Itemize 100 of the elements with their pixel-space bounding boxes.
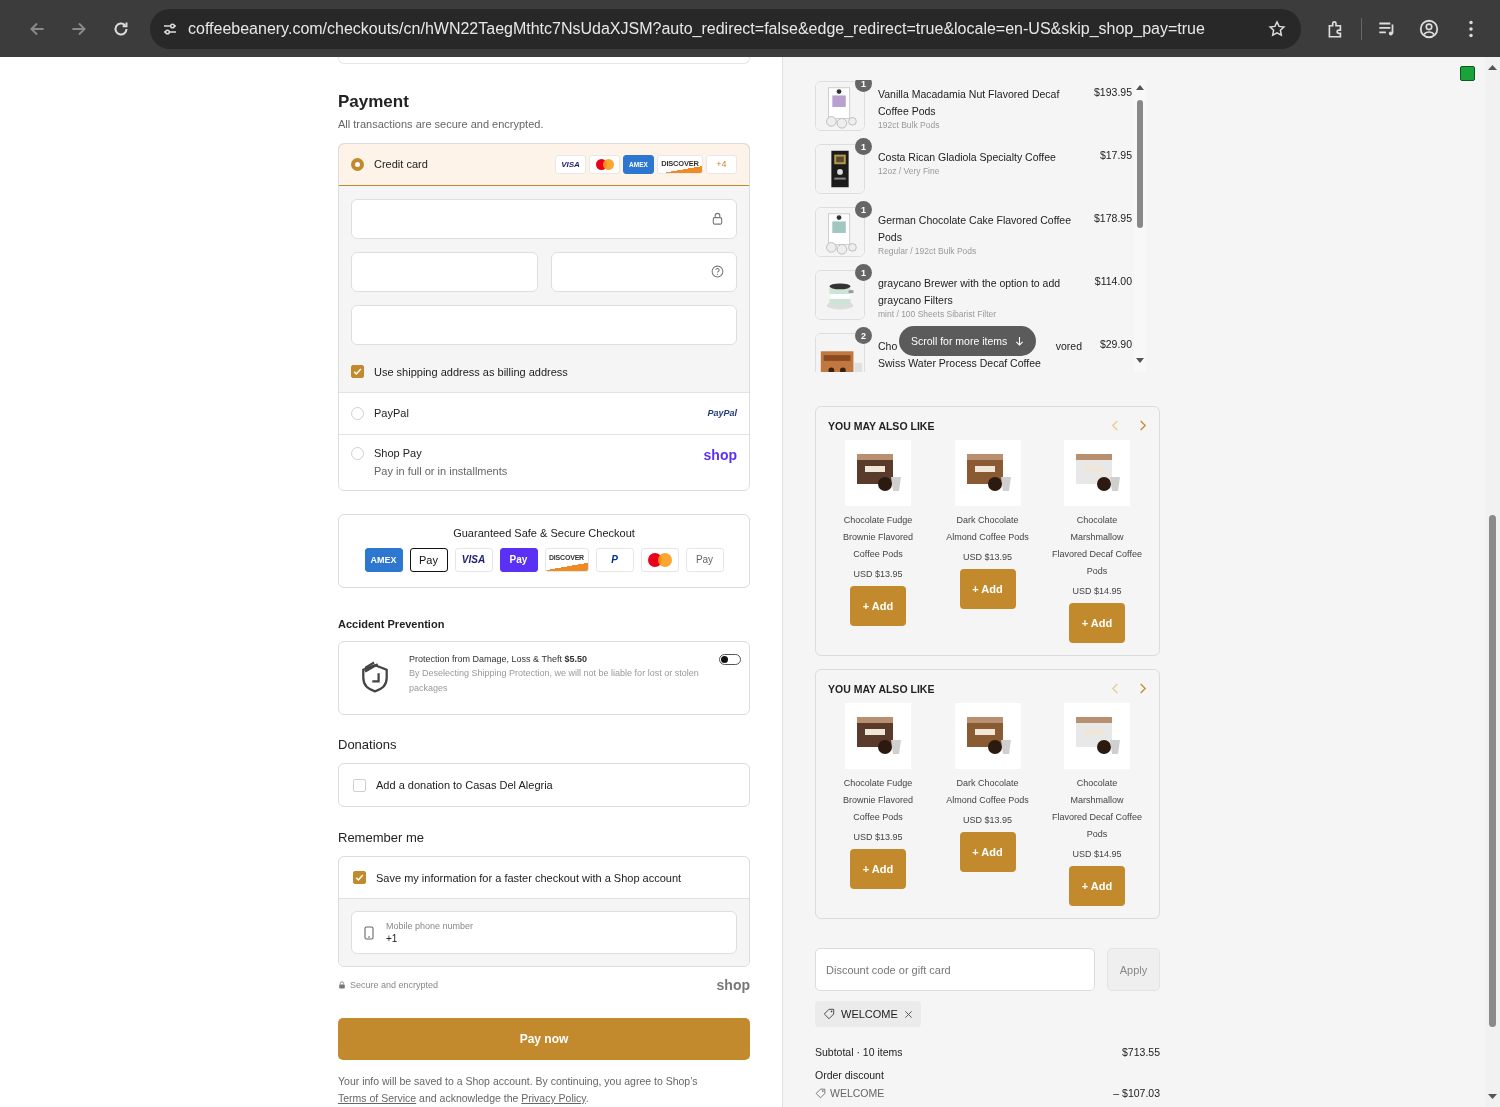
status-square-icon bbox=[1460, 66, 1475, 81]
lock-icon bbox=[338, 981, 346, 990]
privacy-link[interactable]: Privacy Policy bbox=[521, 1092, 586, 1104]
section-heading: Accident Prevention bbox=[338, 617, 446, 630]
quantity-badge: 1 bbox=[855, 80, 872, 92]
product-name: Cho bbox=[878, 339, 898, 354]
payment-logo: VISA bbox=[454, 547, 493, 572]
arrow-down-icon bbox=[1015, 335, 1025, 347]
checkbox-label: Add a donation to Casas Del Alegria bbox=[376, 779, 553, 791]
product-name: Dark Chocolate Almond Coffee Pods bbox=[945, 777, 1030, 807]
scroll-hint-button[interactable]: Scroll for more items bbox=[899, 326, 1037, 356]
product-price: USD $14.95 bbox=[1072, 849, 1122, 859]
shop-logo: shop bbox=[716, 977, 750, 994]
product-name: graycano Brewer with the option to add graycano Filters bbox=[878, 276, 1062, 308]
card-brand-logo: VISA bbox=[555, 155, 586, 174]
address-bar[interactable]: coffeebeanery.com/checkouts/cn/hWN22TaegMthtc7NsUdaXJSM?auto_redirect=false&edge_redirect=true&locale=en-US&skip_shop_pay=true bbox=[150, 8, 1301, 49]
lock-icon bbox=[711, 212, 724, 226]
terms-link[interactable]: Terms of Service bbox=[338, 1092, 417, 1104]
radio-button[interactable] bbox=[351, 158, 364, 171]
product-name: Chocolate Fudge Brownie Flavored Coffee Pods bbox=[842, 777, 914, 824]
section-subtitle: All transactions are secure and encrypted. bbox=[338, 118, 545, 130]
product-variant: 12oz / Very Fine bbox=[878, 166, 941, 176]
product-price: USD $13.95 bbox=[853, 832, 903, 842]
payment-logo: AMEX bbox=[364, 547, 403, 572]
summary-value: $713.55 bbox=[1122, 1046, 1160, 1058]
discount-code: WELCOME bbox=[815, 1087, 885, 1099]
summary-label: Subtotal · 10 items bbox=[815, 1046, 903, 1058]
paypal-logo: PayPal bbox=[707, 408, 737, 419]
product-price: $178.95 bbox=[1093, 212, 1132, 224]
summary-value: – $107.03 bbox=[1113, 1087, 1160, 1099]
card-number-field[interactable] bbox=[351, 199, 737, 239]
product-name: Costa Rican Gladiola Specialty Coffee bbox=[878, 150, 1057, 165]
protection-description: By Deselecting Shipping Protection, we will not be liable for lost or stolen packages bbox=[409, 666, 700, 695]
protection-title: Protection from Damage, Loss & Theft $5.50 bbox=[409, 653, 588, 664]
product-name: German Chocolate Cake Flavored Coffee Pods bbox=[878, 213, 1072, 245]
toggle-switch[interactable] bbox=[719, 653, 741, 665]
card-title: YOU MAY ALSO LIKE bbox=[828, 419, 936, 432]
card-title: Guaranteed Safe & Secure Checkout bbox=[453, 526, 635, 539]
quantity-badge: 1 bbox=[855, 264, 872, 281]
tag-label: WELCOME bbox=[841, 1008, 898, 1020]
section-heading: Remember me bbox=[338, 830, 425, 846]
summary-label: Order discount bbox=[815, 1069, 884, 1081]
product-variant: Regular / 192ct Bulk Pods bbox=[878, 246, 978, 256]
checkbox-label: Use shipping address as billing address bbox=[374, 366, 568, 378]
card-brand-logo: +4 bbox=[706, 155, 737, 174]
card-title: YOU MAY ALSO LIKE bbox=[828, 682, 936, 695]
option-note: Pay in full or in installments bbox=[374, 465, 509, 477]
option-label: PayPal bbox=[374, 407, 410, 420]
apply-button[interactable]: Apply bbox=[1107, 948, 1160, 991]
section-heading: Payment bbox=[338, 92, 410, 112]
scrollbar[interactable] bbox=[1485, 57, 1500, 1107]
quantity-badge: 2 bbox=[855, 327, 872, 344]
radio-button[interactable] bbox=[351, 407, 364, 420]
tag-icon bbox=[823, 1008, 835, 1020]
payment-logo: Pay bbox=[499, 547, 538, 572]
security-code-field[interactable] bbox=[550, 252, 737, 292]
product-price: USD $13.95 bbox=[853, 569, 903, 579]
product-price: USD $13.95 bbox=[963, 815, 1012, 825]
name-on-card-field[interactable] bbox=[351, 305, 737, 345]
close-icon[interactable] bbox=[903, 1009, 913, 1019]
checkbox[interactable] bbox=[353, 871, 366, 885]
product-name: Vanilla Macadamia Nut Flavored Decaf Coffee Pods bbox=[878, 87, 1061, 119]
payment-logo bbox=[640, 547, 679, 572]
quantity-badge: 1 bbox=[855, 138, 872, 155]
product-price: $17.95 bbox=[1098, 149, 1132, 161]
payment-logo: Pay bbox=[409, 547, 448, 572]
option-label: Credit card bbox=[374, 158, 429, 171]
discount-field[interactable]: Discount code or gift card bbox=[815, 948, 1095, 991]
help-icon[interactable] bbox=[711, 265, 724, 279]
star-icon[interactable] bbox=[1267, 18, 1287, 39]
option-label: Shop Pay bbox=[374, 447, 423, 459]
product-price: $193.95 bbox=[1093, 86, 1132, 98]
profile-icon[interactable] bbox=[1418, 17, 1440, 40]
checkbox-label: Save my information for a faster checkout with a Shop account bbox=[376, 871, 682, 884]
product-name: Swiss Water Process Decaf Coffee bbox=[878, 356, 1042, 371]
product-name: Chocolate Marshmallow Flavored Decaf Coffee Pods bbox=[1052, 777, 1142, 841]
expiry-field[interactable] bbox=[351, 252, 538, 292]
shop-pay-logo: shop bbox=[703, 447, 737, 463]
product-name: Chocolate Fudge Brownie Flavored Coffee Pods bbox=[842, 514, 914, 561]
url-text: coffeebeanery.com/checkouts/cn/hWN22TaegMthtc7NsUdaXJSM?auto_redirect=false&edge_redirect=true&locale=en-US&skip_shop_pay=true bbox=[188, 19, 1206, 38]
product-price: USD $14.95 bbox=[1072, 586, 1122, 596]
product-name: vored bbox=[1055, 339, 1082, 354]
quantity-badge: 1 bbox=[855, 201, 872, 218]
phone-icon bbox=[364, 925, 374, 940]
product-variant: mint / 100 Sheets Sibarist Filter bbox=[878, 309, 998, 319]
payment-logo: Pay bbox=[685, 547, 724, 572]
product-price: $29.90 bbox=[1098, 338, 1132, 350]
checkbox[interactable] bbox=[351, 365, 364, 379]
card-brand-logo bbox=[589, 155, 620, 174]
checkbox[interactable] bbox=[353, 778, 366, 792]
legal-text: Your info will be saved to a Shop account. By continuing, you agree to Shop’s Terms of Service and acknowledge the Privacy Policy. bbox=[338, 1074, 699, 1106]
payment-option[interactable]: Shop Pay Pay in full or in installments shop bbox=[339, 434, 749, 490]
product-price: $114.00 bbox=[1093, 275, 1132, 287]
product-name: Dark Chocolate Almond Coffee Pods bbox=[945, 514, 1030, 544]
secure-note: Secure and encrypted bbox=[350, 980, 439, 991]
product-variant: 192ct Bulk Pods bbox=[878, 120, 941, 130]
radio-button[interactable] bbox=[351, 447, 364, 460]
product-name: Chocolate Marshmallow Flavored Decaf Coffee Pods bbox=[1052, 514, 1142, 578]
phone-field[interactable]: Mobile phone number +1 bbox=[351, 911, 737, 955]
section-heading: Donations bbox=[338, 736, 398, 752]
